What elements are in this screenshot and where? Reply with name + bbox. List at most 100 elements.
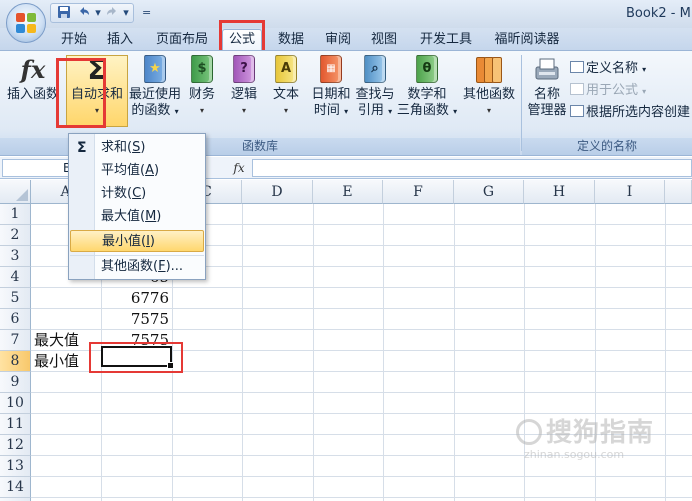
menu-item-average-key: A — [145, 163, 154, 178]
row-header-5[interactable]: 5 — [0, 288, 31, 309]
gridline — [242, 204, 243, 501]
define-name-icon — [570, 61, 584, 73]
more-functions-button[interactable]: 其他函数 ▾ — [460, 55, 518, 119]
insert-function-button[interactable]: fx 插入函数 — [2, 55, 64, 103]
autosum-highlight — [56, 58, 106, 128]
use-in-formula-label: 用于公式 — [586, 83, 639, 98]
gridline — [454, 204, 455, 501]
fx-icon[interactable]: fx — [226, 159, 252, 177]
recent-label-1: 最近使用 — [128, 87, 181, 102]
tab-review[interactable]: 审阅 — [320, 30, 356, 50]
financial-book-icon: $ — [191, 55, 213, 83]
text-dropdown-icon[interactable]: ▾ — [268, 103, 304, 119]
column-header-e[interactable]: E — [313, 180, 383, 204]
cell-b5[interactable]: 6776 — [101, 288, 169, 309]
row-header-2[interactable]: 2 — [0, 225, 31, 246]
define-name-label: 定义名称 — [586, 61, 639, 76]
row-header-1[interactable]: 1 — [0, 204, 31, 225]
formulas-tab-highlight — [219, 20, 265, 54]
menu-item-count[interactable]: 计数(C) — [70, 183, 204, 205]
column-header-i[interactable]: I — [595, 180, 665, 204]
row-header-9[interactable]: 9 — [0, 372, 31, 393]
row-header-4[interactable]: 4 — [0, 267, 31, 288]
redo-dropdown-icon[interactable]: ▾ — [123, 5, 129, 21]
logical-button[interactable]: ? 逻辑 ▾ — [226, 55, 262, 119]
use-in-formula-dropdown-icon: ▾ — [642, 87, 647, 96]
menu-item-average[interactable]: 平均值(A) — [70, 160, 204, 182]
menu-item-max[interactable]: 最大值(M) — [70, 206, 204, 228]
office-button[interactable] — [6, 3, 46, 43]
column-header-next[interactable] — [665, 180, 692, 204]
define-name-button[interactable]: 定义名称 ▾ — [570, 57, 646, 76]
row-header-13[interactable]: 13 — [0, 456, 31, 477]
name-manager-label-1: 名称 — [533, 87, 560, 102]
column-header-f[interactable]: F — [383, 180, 454, 204]
tab-page-layout[interactable]: 页面布局 — [150, 30, 214, 50]
menu-item-min[interactable]: 最小值(I) — [70, 230, 204, 252]
math-dropdown-icon[interactable]: ▾ — [453, 107, 457, 116]
column-header-h[interactable]: H — [524, 180, 595, 204]
tab-developer[interactable]: 开发工具 — [414, 30, 478, 50]
menu-item-more-suffix: )... — [165, 259, 184, 274]
row-header-14[interactable]: 14 — [0, 477, 31, 498]
menu-item-count-key: C — [132, 186, 142, 201]
menu-item-sum[interactable]: Σ 求和(S) — [70, 137, 204, 159]
column-header-d[interactable]: D — [242, 180, 313, 204]
menu-item-min-suffix: ) — [149, 234, 155, 249]
financial-dropdown-icon[interactable]: ▾ — [184, 103, 220, 119]
create-from-selection-button[interactable]: 根据所选内容创建 — [570, 101, 690, 120]
lookup-reference-button[interactable]: ⌕ 查找与 引用 ▾ — [354, 55, 396, 120]
row-header-10[interactable]: 10 — [0, 393, 31, 414]
formula-input[interactable] — [252, 159, 692, 177]
undo-icon[interactable] — [75, 5, 93, 21]
financial-button[interactable]: $ 财务 ▾ — [184, 55, 220, 119]
row-header-11[interactable]: 11 — [0, 414, 31, 435]
text-book-icon: A — [275, 55, 297, 83]
row-header-8[interactable]: 8 — [0, 351, 31, 372]
save-icon[interactable] — [55, 5, 73, 21]
tab-home[interactable]: 开始 — [56, 30, 92, 50]
undo-dropdown-icon[interactable]: ▾ — [95, 5, 101, 21]
gridline — [383, 204, 384, 501]
tab-view[interactable]: 视图 — [366, 30, 402, 50]
menu-item-sum-suffix: ) — [140, 140, 146, 155]
row-header-7[interactable]: 7 — [0, 330, 31, 351]
cell-b6[interactable]: 7575 — [101, 309, 169, 330]
lookup-dropdown-icon[interactable]: ▾ — [388, 107, 392, 116]
datetime-dropdown-icon[interactable]: ▾ — [344, 107, 348, 116]
recent-dropdown-icon[interactable]: ▾ — [175, 107, 179, 116]
name-manager-button[interactable]: 名称 管理器 — [524, 55, 570, 119]
lookup-book-icon: ⌕ — [364, 55, 386, 83]
column-header-g[interactable]: G — [454, 180, 524, 204]
active-cell-highlight — [89, 342, 183, 373]
more-functions-dropdown-icon[interactable]: ▾ — [460, 103, 518, 119]
datetime-button[interactable]: ▦ 日期和 时间 ▾ — [308, 55, 354, 120]
text-button[interactable]: A 文本 ▾ — [268, 55, 304, 119]
redo-icon[interactable] — [103, 5, 121, 21]
select-all-button[interactable] — [0, 180, 31, 204]
row-header-6[interactable]: 6 — [0, 309, 31, 330]
gridline — [313, 204, 314, 501]
tab-data[interactable]: 数据 — [273, 30, 309, 50]
tab-insert[interactable]: 插入 — [102, 30, 138, 50]
sigma-icon: Σ — [77, 140, 87, 156]
recent-functions-button[interactable]: ★ 最近使用 的函数 ▾ — [128, 55, 182, 120]
menu-item-more-functions[interactable]: 其他函数(F)... — [70, 255, 204, 277]
row-header-3[interactable]: 3 — [0, 246, 31, 267]
row-header-12[interactable]: 12 — [0, 435, 31, 456]
recent-label-2: 的函数 — [131, 103, 171, 118]
menu-item-max-label: 最大值( — [101, 209, 146, 224]
ribbon-tabs: 开始 插入 页面布局 公式 数据 审阅 视图 开发工具 福昕阅读器 — [0, 28, 692, 51]
financial-label: 财务 — [188, 87, 215, 102]
customize-qat-button[interactable]: = — [142, 6, 151, 19]
quick-access-toolbar: ▾ ▾ — [50, 3, 134, 23]
logical-dropdown-icon[interactable]: ▾ — [226, 103, 262, 119]
define-name-dropdown-icon[interactable]: ▾ — [642, 65, 646, 74]
create-from-selection-icon — [570, 105, 584, 117]
menu-item-average-suffix: ) — [153, 163, 160, 178]
use-in-formula-button[interactable]: 用于公式 ▾ — [570, 79, 646, 98]
more-functions-label: 其他函数 — [462, 87, 515, 102]
tab-foxit-reader[interactable]: 福昕阅读器 — [488, 30, 566, 50]
menu-item-max-key: M — [145, 209, 157, 224]
math-trig-button[interactable]: θ 数学和 三角函数 ▾ — [396, 55, 458, 120]
